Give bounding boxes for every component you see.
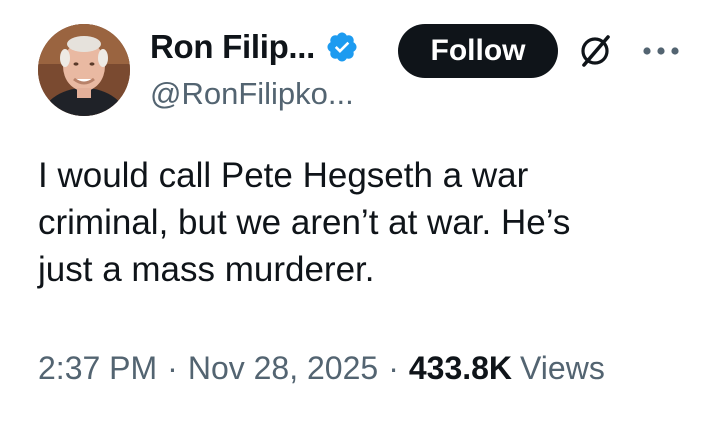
tweet-time[interactable]: 2:37 PM: [38, 350, 157, 387]
tweet-meta: 2:37 PM · Nov 28, 2025 · 433.8K Views: [38, 350, 605, 387]
tweet-text-line: just a mass murderer.: [38, 250, 375, 289]
verified-badge-icon[interactable]: [325, 30, 359, 64]
follow-button[interactable]: Follow: [398, 24, 558, 78]
tweet-text-line: I would call Pete Hegseth a war: [38, 156, 529, 195]
meta-separator: ·: [167, 350, 178, 386]
grok-icon[interactable]: [575, 31, 615, 71]
author-display-name[interactable]: Ron Filip...: [150, 28, 315, 66]
views-count[interactable]: 433.8K: [409, 350, 512, 387]
views-label[interactable]: Views: [520, 350, 605, 387]
more-options-icon[interactable]: [638, 38, 684, 64]
author-handle[interactable]: @RonFilipko...: [150, 76, 354, 112]
author-name-row: Ron Filip...: [150, 22, 359, 72]
meta-separator: ·: [388, 350, 399, 386]
tweet-date[interactable]: Nov 28, 2025: [188, 350, 378, 387]
avatar[interactable]: [38, 24, 130, 116]
tweet-text-line: criminal, but we aren’t at war. He’s: [38, 203, 571, 242]
tweet-card: Ron Filip... @RonFilipko... Follow I wou…: [0, 0, 720, 428]
avatar-image: [38, 24, 130, 116]
tweet-text: I would call Pete Hegseth a war criminal…: [38, 152, 698, 293]
